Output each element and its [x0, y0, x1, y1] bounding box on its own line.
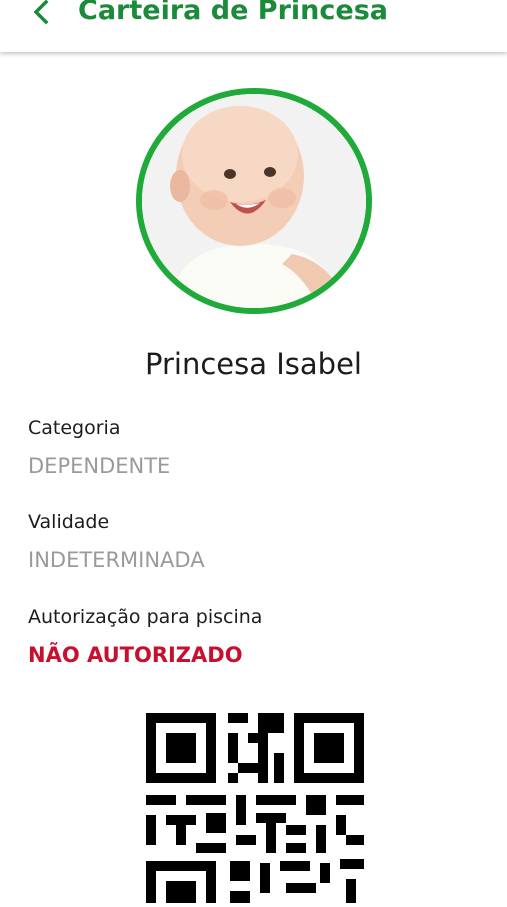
qr-code — [146, 713, 364, 907]
category-value: DEPENDENTE — [28, 454, 171, 478]
chevron-left-icon — [33, 0, 49, 25]
avatar — [136, 88, 372, 314]
baby-photo — [142, 94, 366, 308]
pool-authorization-label: Autorização para piscina — [28, 606, 263, 628]
category-label: Categoria — [28, 417, 121, 439]
validity-value: INDETERMINADA — [28, 548, 205, 572]
avatar-photo — [142, 94, 366, 308]
back-button[interactable] — [24, 0, 60, 30]
validity-label: Validade — [28, 511, 110, 533]
profile-name: Princesa Isabel — [145, 347, 362, 381]
pool-authorization-value: NÃO AUTORIZADO — [28, 643, 243, 667]
page-title: Carteira de Princesa — [78, 0, 388, 26]
qr-code-icon — [146, 713, 364, 907]
app-bar: Carteira de Princesa — [0, 0, 507, 52]
